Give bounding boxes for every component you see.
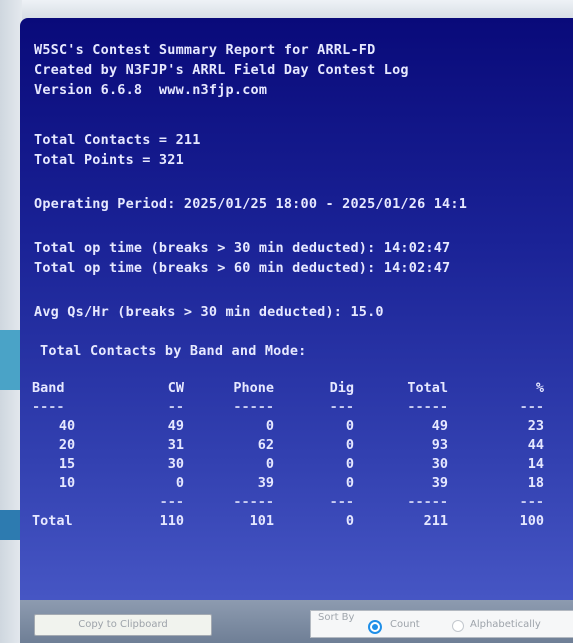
- report-text: W5SC's Contest Summary Report for ARRL-F…: [34, 40, 573, 322]
- divider-dig: ---: [329, 493, 354, 510]
- cell-percent: 23: [527, 417, 544, 434]
- header-phone: Phone: [233, 379, 274, 396]
- sort-alphabetically-radio[interactable]: [452, 620, 464, 632]
- divider-phone: -----: [233, 493, 274, 510]
- total-percent: 100: [519, 512, 544, 529]
- total-points: Total Points = 321: [34, 152, 184, 168]
- op-time-30: Total op time (breaks > 30 min deducted)…: [34, 240, 451, 256]
- cell-phone: 0: [265, 455, 274, 472]
- cell-phone: 0: [265, 417, 274, 434]
- background-window-edge: [0, 0, 22, 643]
- sort-by-label: Sort By: [318, 612, 355, 623]
- cell-cw: 49: [167, 417, 184, 434]
- total-dig: 0: [345, 512, 354, 529]
- cell-dig: 0: [345, 436, 354, 453]
- section-title: Total Contacts by Band and Mode:: [40, 343, 307, 359]
- table-header-row: Band CW Phone Dig Total %: [30, 378, 558, 397]
- report-title: W5SC's Contest Summary Report for ARRL-F…: [34, 42, 376, 58]
- total-label: Total: [32, 512, 73, 529]
- header-total: Total: [407, 379, 448, 396]
- divider-cw: ---: [159, 493, 184, 510]
- table-row: 40 49 0 0 49 23: [30, 416, 558, 435]
- section-title-wrap: Total Contacts by Band and Mode:: [40, 341, 573, 361]
- header-percent: %: [535, 379, 544, 396]
- copy-to-clipboard-button[interactable]: Copy to Clipboard: [34, 614, 212, 636]
- table-row: 20 31 62 0 93 44: [30, 435, 558, 454]
- divider-percent: ---: [519, 493, 544, 510]
- cell-total: 49: [431, 417, 448, 434]
- cell-dig: 0: [345, 455, 354, 472]
- cell-band: 40: [58, 417, 76, 434]
- divider-percent: ---: [519, 398, 544, 415]
- cell-percent: 14: [527, 455, 544, 472]
- table-total-row: Total 110 101 0 211 100: [30, 511, 558, 530]
- table-row: 10 0 39 0 39 18: [30, 473, 558, 492]
- cell-total: 30: [431, 455, 448, 472]
- cell-band: 15: [58, 455, 76, 472]
- cell-cw: 31: [167, 436, 184, 453]
- op-time-60: Total op time (breaks > 60 min deducted)…: [34, 260, 451, 276]
- band-mode-table: Band CW Phone Dig Total % ---- -- ----- …: [30, 378, 558, 530]
- divider-cw: --: [167, 398, 184, 415]
- cell-phone: 62: [257, 436, 274, 453]
- total-cw: 110: [159, 512, 184, 529]
- cell-total: 39: [431, 474, 448, 491]
- cell-percent: 44: [527, 436, 544, 453]
- operating-period: Operating Period: 2025/01/25 18:00 - 202…: [34, 196, 468, 212]
- divider-dig: ---: [329, 398, 354, 415]
- divider-total: -----: [407, 493, 448, 510]
- table-row: 15 30 0 0 30 14: [30, 454, 558, 473]
- report-panel: W5SC's Contest Summary Report for ARRL-F…: [20, 18, 573, 600]
- divider-phone: -----: [233, 398, 274, 415]
- total-total: 211: [423, 512, 448, 529]
- cell-cw: 0: [175, 474, 184, 491]
- header-band: Band: [32, 379, 65, 396]
- cell-phone: 39: [257, 474, 274, 491]
- cell-percent: 18: [527, 474, 544, 491]
- total-contacts: Total Contacts = 211: [34, 132, 201, 148]
- report-creator: Created by N3FJP's ARRL Field Day Contes…: [34, 62, 409, 78]
- total-phone: 101: [249, 512, 274, 529]
- divider-band: [30, 492, 102, 511]
- cell-cw: 30: [167, 455, 184, 472]
- sort-count-label[interactable]: Count: [390, 619, 420, 630]
- table-divider-bottom: --- ----- --- ----- ---: [30, 492, 558, 511]
- sort-alphabetically-label[interactable]: Alphabetically: [470, 619, 541, 630]
- avg-qs-per-hour: Avg Qs/Hr (breaks > 30 min deducted): 15…: [34, 304, 384, 320]
- cell-dig: 0: [345, 417, 354, 434]
- header-dig: Dig: [329, 379, 354, 396]
- cell-total: 93: [431, 436, 448, 453]
- sort-count-radio[interactable]: [368, 620, 382, 634]
- divider-total: -----: [407, 398, 448, 415]
- report-version: Version 6.6.8 www.n3fjp.com: [34, 82, 268, 98]
- cell-dig: 0: [345, 474, 354, 491]
- header-cw: CW: [167, 379, 184, 396]
- cell-band: 20: [58, 436, 76, 453]
- table-divider-top: ---- -- ----- --- ----- ---: [30, 397, 558, 416]
- cell-band: 10: [58, 474, 76, 491]
- divider-band: ----: [32, 398, 65, 415]
